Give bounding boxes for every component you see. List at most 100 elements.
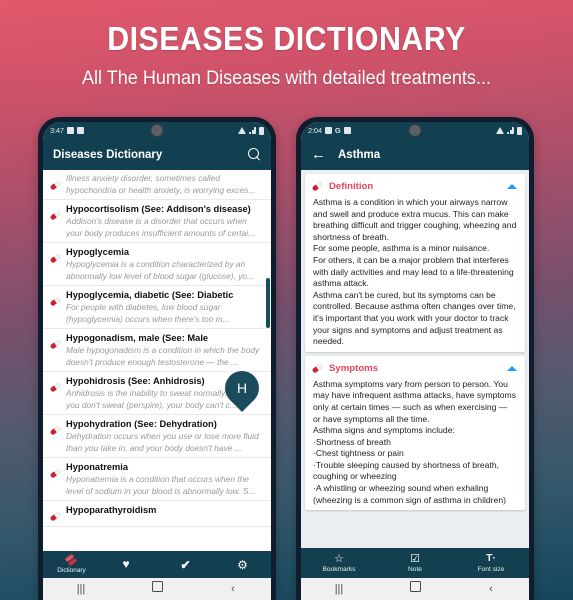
list-item-body: Illness anxiety disorder, sometimes call… xyxy=(66,173,264,196)
list-item-description: Addison's disease is a disorder that occ… xyxy=(66,216,256,238)
right-status-bar: 2:04 G xyxy=(301,122,529,139)
note-check-icon: ☑ xyxy=(410,553,420,565)
mute-icon xyxy=(496,127,504,134)
font-size-icon: T· xyxy=(486,553,496,564)
toolbar-item-note[interactable]: ☑ Note xyxy=(377,548,453,578)
list-item-description: Dehydration occurs when you use or lose … xyxy=(66,431,259,453)
list-item-body: Hypoglycemia Hypoglycemia is a condition … xyxy=(66,246,264,282)
detail-toolbar[interactable]: ☆ Bookmarks ☑ Note T· Font size xyxy=(301,548,529,578)
google-icon: G xyxy=(334,125,341,135)
toolbar-label: Font size xyxy=(477,566,505,573)
detail-section-header[interactable]: Symptoms xyxy=(305,360,525,379)
pills-icon xyxy=(46,176,64,194)
list-item-description: Male hypogonadism is a condition in whic… xyxy=(66,345,260,367)
right-status-right xyxy=(496,126,522,135)
list-item-title: Hypohydration (See: Dehydration) xyxy=(66,419,217,429)
disease-list[interactable]: H Illness anxiety disorder, sometimes ca… xyxy=(43,170,271,551)
detail-paragraph: ·Chest tightness or pain xyxy=(313,448,404,459)
pills-icon xyxy=(46,335,64,353)
toolbar-item-bookmarks[interactable]: ☆ Bookmarks xyxy=(301,548,377,578)
pills-icon xyxy=(46,507,64,525)
left-app-bar: Diseases Dictionary xyxy=(43,139,271,170)
back-icon[interactable]: ‹ xyxy=(453,583,529,595)
disease-detail[interactable]: Definition Asthma is a condition in which… xyxy=(301,170,529,548)
back-arrow-icon[interactable]: ← xyxy=(311,147,326,162)
detail-paragraph: ·Shortness of breath xyxy=(313,436,391,447)
list-item-description: Hypoglycemia is a condition characterize… xyxy=(66,259,255,281)
pills-icon xyxy=(308,177,326,195)
home-icon[interactable] xyxy=(119,581,195,598)
signal-icon xyxy=(507,127,514,134)
detail-paragraph: For some people, asthma is a minor nuisa… xyxy=(313,243,490,254)
recents-icon[interactable]: ||| xyxy=(43,583,119,595)
gear-icon: ⚙ xyxy=(237,557,248,572)
list-item-title: Hypogonadism, male (See: Male xyxy=(66,333,209,343)
bottom-nav-item-heart[interactable]: ♥ xyxy=(100,551,157,578)
chevron-up-icon[interactable] xyxy=(507,365,517,371)
list-item[interactable]: Illness anxiety disorder, sometimes call… xyxy=(43,170,271,200)
bottom-nav-item-gear[interactable]: ⚙ xyxy=(214,551,271,578)
left-status-bar: 3:47 xyxy=(43,122,271,139)
search-icon[interactable] xyxy=(248,148,261,161)
detail-section-header[interactable]: Definition xyxy=(305,178,525,197)
list-item[interactable]: Hypogonadism, male (See: Male Male hypogo… xyxy=(43,329,271,372)
pills-icon xyxy=(65,555,78,566)
pills-icon xyxy=(308,359,326,377)
fast-scroll-letter: H xyxy=(236,380,248,396)
bottom-navigation[interactable]: Dictionary ♥ ✔ ⚙ xyxy=(43,551,271,578)
right-status-time: 2:04 xyxy=(308,126,322,135)
battery-icon xyxy=(517,126,522,135)
right-phone-mockup: 2:04 G ← Asthma Definition Asthma is a co… xyxy=(296,117,534,600)
list-item-description: For people with diabetes, low blood suga… xyxy=(66,302,230,324)
list-item-description: Hyponatremia is a condition that occurs … xyxy=(66,474,256,496)
back-icon[interactable]: ‹ xyxy=(195,583,271,595)
detail-paragraph: Asthma is a condition in which your airw… xyxy=(313,197,517,242)
list-item[interactable]: Hypoglycemia Hypoglycemia is a condition … xyxy=(43,243,271,286)
list-item[interactable]: Hypoglycemia, diabetic (See: Diabetic For… xyxy=(43,286,271,329)
detail-paragraph: ·Trouble sleeping caused by shortness of… xyxy=(313,459,499,482)
pills-icon xyxy=(46,292,64,310)
banner-title: DISEASES DICTIONARY xyxy=(107,20,466,57)
left-status-time: 3:47 xyxy=(50,126,64,135)
list-item[interactable]: Hypohydration (See: Dehydration) Dehydrat… xyxy=(43,415,271,458)
mute-icon xyxy=(238,127,246,134)
right-phone-screen: 2:04 G ← Asthma Definition Asthma is a co… xyxy=(301,122,529,600)
bottom-nav-item-dictionary[interactable]: Dictionary xyxy=(43,551,100,578)
page-title: Diseases Dictionary xyxy=(53,148,163,161)
left-status-left: 3:47 xyxy=(50,126,84,135)
list-item[interactable]: Hypoparathyroidism xyxy=(43,501,271,527)
bottom-nav-item-check[interactable]: ✔ xyxy=(157,551,214,578)
detail-section-body: Asthma symptoms vary from person to pers… xyxy=(305,379,525,507)
toolbar-label: Note xyxy=(408,566,422,573)
list-item-body: Hypocortisolism (See: Addison's disease)… xyxy=(66,203,264,239)
detail-section-title: Definition xyxy=(329,181,374,192)
pills-icon xyxy=(46,206,64,224)
image-icon xyxy=(66,127,74,134)
list-item-body: Hypogonadism, male (See: Male Male hypogo… xyxy=(66,332,264,368)
home-icon[interactable] xyxy=(377,581,453,598)
list-item[interactable]: Hyponatremia Hyponatremia is a condition … xyxy=(43,458,271,501)
heart-icon: ♥ xyxy=(122,557,130,571)
left-status-right xyxy=(238,126,264,135)
fast-scroll-track[interactable] xyxy=(266,278,270,328)
recents-icon[interactable]: ||| xyxy=(301,583,377,595)
app-icon xyxy=(343,127,351,134)
left-phone-screen: 3:47 Diseases Dictionary H Illness anxie… xyxy=(43,122,271,600)
list-item-title: Hypoglycemia, diabetic (See: Diabetic xyxy=(66,290,234,300)
android-nav-bar: ||| ‹ xyxy=(301,578,529,600)
android-nav-bar: ||| ‹ xyxy=(43,578,271,600)
list-item[interactable]: Hypocortisolism (See: Addison's disease)… xyxy=(43,200,271,243)
pills-icon xyxy=(46,464,64,482)
toolbar-item-font-size[interactable]: T· Font size xyxy=(453,548,529,578)
detail-paragraph: Asthma can't be cured, but its symptoms … xyxy=(313,289,516,347)
detail-paragraph: Asthma symptoms vary from person to pers… xyxy=(313,378,517,424)
list-item-body: Hypoglycemia, diabetic (See: Diabetic For… xyxy=(66,289,264,325)
pills-icon xyxy=(46,249,64,267)
app-icon xyxy=(76,127,84,134)
bottom-nav-label: Dictionary xyxy=(57,567,86,574)
detail-section: Symptoms Asthma symptoms vary from person… xyxy=(305,355,525,511)
pills-icon xyxy=(46,378,64,396)
chevron-up-icon[interactable] xyxy=(507,184,517,189)
detail-paragraph: ·A whistling or wheezing sound when exha… xyxy=(313,483,506,505)
list-item-title: Hypoglycemia xyxy=(66,247,130,257)
